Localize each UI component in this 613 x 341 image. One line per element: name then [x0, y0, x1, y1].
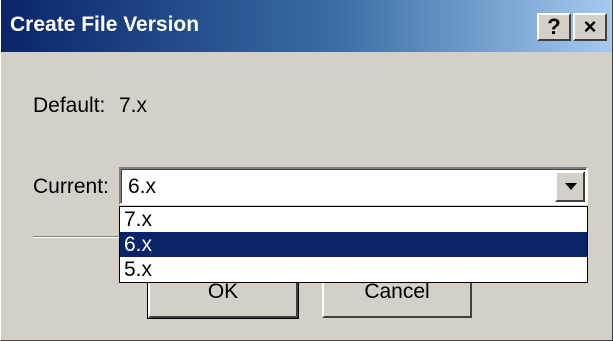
current-label: Current: [33, 175, 109, 198]
separator-line [33, 236, 133, 238]
help-button[interactable]: ? [537, 13, 571, 41]
default-value: 7.x [119, 94, 148, 117]
current-version-combobox[interactable]: 6.x [119, 167, 588, 205]
close-button[interactable]: × [573, 13, 607, 41]
create-file-version-dialog: Create File Version ? × Default: 7.x Cur… [0, 0, 613, 341]
dropdown-option-7x[interactable]: 7.x [120, 207, 587, 232]
dropdown-option-6x[interactable]: 6.x [120, 232, 587, 257]
chevron-down-icon [565, 183, 577, 190]
dropdown-arrow-button[interactable] [555, 171, 585, 202]
window-title: Create File Version [10, 13, 200, 36]
version-dropdown-list[interactable]: 7.x 6.x 5.x [119, 206, 588, 283]
title-bar[interactable]: Create File Version ? × [0, 0, 613, 52]
default-label: Default: [33, 94, 106, 117]
dropdown-option-5x[interactable]: 5.x [120, 257, 587, 282]
current-version-value: 6.x [128, 175, 157, 198]
